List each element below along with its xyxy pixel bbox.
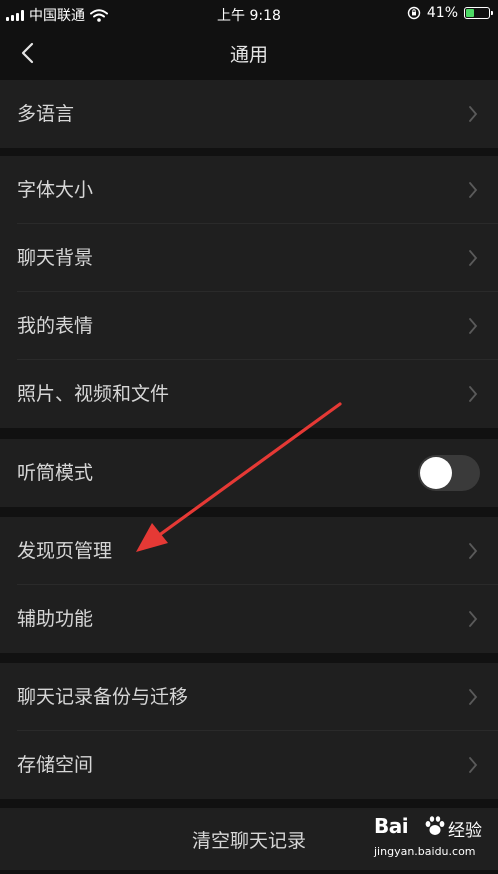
- chevron-right-icon: [469, 318, 478, 334]
- settings-row-language[interactable]: 多语言: [0, 80, 498, 148]
- settings-row-chat-backup[interactable]: 聊天记录备份与迁移: [0, 663, 498, 731]
- watermark-url: jingyan.baidu.com: [374, 845, 476, 858]
- page-title: 通用: [229, 44, 268, 66]
- settings-group-earpiece: 听筒模式: [0, 439, 498, 507]
- settings-row-storage-space[interactable]: 存储空间: [0, 731, 498, 799]
- chevron-right-icon: [469, 106, 478, 122]
- settings-row-font-size[interactable]: 字体大小: [0, 156, 498, 224]
- settings-row-label: 存储空间: [17, 754, 94, 776]
- chevron-right-icon: [469, 386, 478, 402]
- watermark-brand: Bai: [374, 814, 409, 838]
- status-bar: 中国联通 上午 9:18 41%: [0, 0, 498, 28]
- earpiece-mode-toggle[interactable]: [418, 455, 480, 491]
- settings-group-chat: 字体大小 聊天背景 我的表情 照片、视频和文件: [0, 156, 498, 428]
- settings-group-language: 多语言: [0, 80, 498, 148]
- settings-row-label: 发现页管理: [17, 540, 113, 562]
- chevron-right-icon: [469, 182, 478, 198]
- settings-row-accessibility[interactable]: 辅助功能: [0, 585, 498, 653]
- battery-icon: [464, 7, 493, 19]
- battery-fill: [466, 9, 474, 17]
- settings-row-label: 聊天记录备份与迁移: [17, 686, 189, 708]
- settings-group-discover: 发现页管理 辅助功能: [0, 517, 498, 653]
- baidu-jingyan-watermark: Bai 经验 jingyan.baidu.com: [374, 814, 492, 866]
- settings-row-my-stickers[interactable]: 我的表情: [0, 292, 498, 360]
- settings-row-discover-management[interactable]: 发现页管理: [0, 517, 498, 585]
- settings-row-label: 辅助功能: [17, 608, 94, 630]
- settings-row-label: 多语言: [17, 103, 75, 125]
- status-right: 41%: [407, 5, 493, 21]
- settings-row-label: 字体大小: [17, 179, 94, 201]
- orientation-lock-icon: [407, 6, 421, 20]
- toggle-knob: [420, 457, 452, 489]
- settings-row-media-files[interactable]: 照片、视频和文件: [0, 360, 498, 428]
- battery-percent: 41%: [426, 5, 458, 21]
- settings-row-chat-background[interactable]: 聊天背景: [0, 224, 498, 292]
- chevron-right-icon: [469, 757, 478, 773]
- chevron-right-icon: [469, 611, 478, 627]
- nav-bar: 通用: [0, 28, 498, 78]
- settings-row-label: 听筒模式: [17, 462, 94, 484]
- watermark-suffix: 经验: [448, 821, 482, 841]
- settings-row-earpiece-mode: 听筒模式: [0, 439, 498, 507]
- settings-row-label: 我的表情: [17, 315, 94, 337]
- settings-row-label: 照片、视频和文件: [17, 383, 170, 405]
- settings-row-label: 聊天背景: [17, 247, 94, 269]
- chevron-right-icon: [469, 250, 478, 266]
- chevron-right-icon: [469, 543, 478, 559]
- chevron-right-icon: [469, 689, 478, 705]
- settings-group-storage: 聊天记录备份与迁移 存储空间: [0, 663, 498, 799]
- paw-icon: [425, 816, 445, 835]
